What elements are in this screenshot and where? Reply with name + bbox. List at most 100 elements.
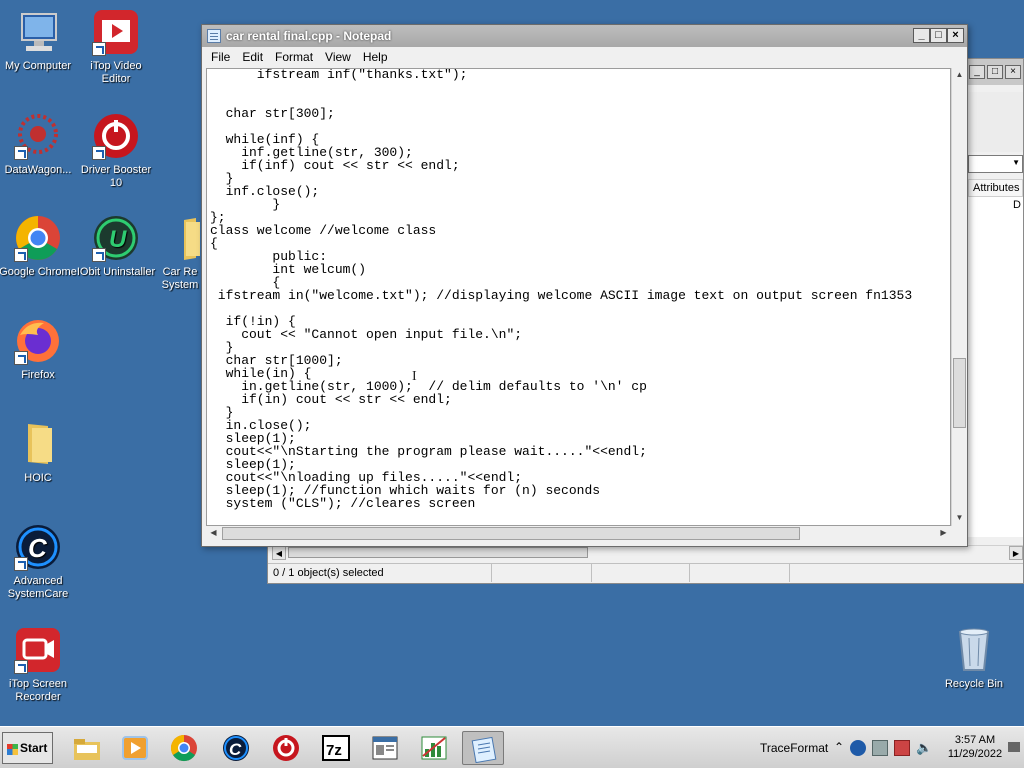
desktop-icon-firefox[interactable]: Firefox: [0, 317, 78, 382]
taskbar-driver-booster[interactable]: [265, 731, 307, 765]
taskbar-chrome[interactable]: [163, 731, 205, 765]
iobit-uninstaller-icon: U: [92, 214, 140, 262]
maximize-button[interactable]: □: [987, 65, 1003, 79]
shortcut-arrow-icon: [14, 660, 28, 674]
status-cell: [592, 564, 690, 582]
taskbar-advanced-systemcare[interactable]: C: [215, 731, 257, 765]
computer-icon: [14, 8, 62, 56]
menu-help[interactable]: Help: [357, 47, 394, 67]
taskbar-7zip[interactable]: 7z: [315, 731, 357, 765]
desktop-icon-recycle-bin[interactable]: Recycle Bin: [934, 626, 1014, 691]
desktop-icon-itop-screen-recorder[interactable]: iTop Screen Recorder: [0, 626, 78, 704]
explorer-titlebar[interactable]: _ □ ×: [963, 59, 1023, 85]
scroll-right-icon[interactable]: ▶: [936, 526, 951, 541]
svg-text:C: C: [28, 533, 48, 563]
icon-label: Driver Booster 10: [80, 164, 152, 189]
show-desktop-icon[interactable]: [1008, 742, 1020, 752]
icon-label: DataWagon...: [4, 164, 72, 176]
icon-label: My Computer: [4, 60, 72, 72]
vertical-scrollbar[interactable]: ▲ ▼: [951, 68, 967, 526]
taskbar-file-viewer[interactable]: [364, 731, 406, 765]
taskbar-notepad[interactable]: [462, 731, 504, 765]
file-list[interactable]: D: [968, 197, 1023, 537]
scroll-down-icon[interactable]: ▼: [952, 511, 967, 526]
chrome-icon: [170, 734, 197, 762]
icon-label: IObit Uninstaller: [76, 266, 156, 278]
icon-label: iTop Screen Recorder: [8, 678, 68, 703]
text-cursor-icon: I: [412, 369, 417, 384]
desktop-icon-hoic[interactable]: HOIC: [0, 420, 78, 485]
volume-icon[interactable]: 🔈: [916, 740, 932, 756]
notepad-window[interactable]: car rental final.cpp - Notepad _ □ × Fil…: [201, 24, 968, 547]
start-label: Start: [20, 741, 48, 755]
tray-label[interactable]: TraceFormat: [760, 741, 828, 755]
svg-text:U: U: [109, 226, 127, 253]
close-button[interactable]: ×: [947, 28, 964, 43]
desktop-icon-datawagon[interactable]: DataWagon...: [0, 112, 78, 177]
clock-time: 3:57 AM: [954, 734, 996, 746]
status-selection: 0 / 1 object(s) selected: [268, 564, 492, 582]
text-editor-area[interactable]: ifstream inf("thanks.txt"); char str[300…: [206, 68, 951, 526]
clock-date: 11/29/2022: [947, 748, 1003, 760]
scroll-right-icon[interactable]: ▶: [1009, 546, 1023, 560]
scroll-left-icon[interactable]: ◀: [206, 526, 221, 541]
scroll-thumb[interactable]: [222, 527, 800, 540]
datawagon-icon: [14, 112, 62, 160]
icon-label: Google Chrome: [0, 266, 77, 278]
windows-logo-icon: [7, 744, 18, 755]
desktop-icon-iobit-uninstaller[interactable]: U IObit Uninstaller: [76, 214, 156, 279]
start-button[interactable]: Start: [2, 732, 53, 764]
security-alert-icon[interactable]: [894, 740, 910, 756]
shortcut-arrow-icon: [92, 248, 106, 262]
systemcare-tray-icon[interactable]: [850, 740, 866, 756]
desktop-icon-google-chrome[interactable]: Google Chrome: [0, 214, 78, 279]
horizontal-scrollbar[interactable]: ◀ ▶: [206, 526, 951, 541]
close-button[interactable]: ×: [1005, 65, 1021, 79]
taskbar: Start C 7z TraceFormat ⌃ 🔈 3:57 AM 11/29…: [0, 726, 1024, 768]
desktop-icon-advanced-systemcare[interactable]: C Advanced SystemCare: [0, 523, 78, 601]
menu-file[interactable]: File: [205, 47, 236, 67]
list-item[interactable]: D: [1013, 199, 1021, 211]
chevron-up-icon[interactable]: ⌃: [834, 740, 850, 756]
horizontal-scrollbar[interactable]: ◀ ▶: [272, 545, 1023, 560]
shortcut-arrow-icon: [14, 146, 28, 160]
clock[interactable]: 3:57 AM 11/29/2022: [940, 733, 1010, 761]
desktop-icon-my-computer[interactable]: My Computer: [0, 8, 78, 73]
document-window-icon: [372, 736, 398, 760]
minimize-button[interactable]: _: [969, 65, 985, 79]
icon-label: Recycle Bin: [944, 678, 1004, 690]
menu-view[interactable]: View: [319, 47, 357, 67]
firefox-icon: [14, 317, 62, 365]
resize-grip[interactable]: [951, 526, 966, 541]
scroll-up-icon[interactable]: ▲: [952, 68, 967, 83]
video-editor-icon: [92, 8, 140, 56]
shortcut-arrow-icon: [14, 248, 28, 262]
shortcut-arrow-icon: [14, 557, 28, 571]
notepad-titlebar[interactable]: car rental final.cpp - Notepad _ □ ×: [202, 25, 967, 47]
explorer-toolbar: [966, 92, 1023, 152]
taskbar-explorer[interactable]: [66, 731, 108, 765]
folder-icon: [156, 214, 204, 262]
taskbar-media-player[interactable]: [114, 731, 156, 765]
shortcut-arrow-icon: [14, 351, 28, 365]
column-header-attributes[interactable]: Attributes: [968, 179, 1023, 197]
menu-format[interactable]: Format: [269, 47, 319, 67]
folder-icon: [74, 739, 100, 760]
taskbar-chart-app[interactable]: [413, 731, 455, 765]
code-text[interactable]: ifstream inf("thanks.txt"); char str[300…: [210, 69, 912, 510]
chrome-icon: [14, 214, 62, 262]
scroll-left-icon[interactable]: ◀: [272, 546, 286, 560]
network-icon[interactable]: [872, 740, 888, 756]
notepad-icon: [207, 29, 221, 43]
scroll-thumb[interactable]: [288, 547, 588, 558]
advanced-systemcare-icon: C: [223, 735, 249, 761]
scroll-thumb[interactable]: [953, 358, 966, 428]
maximize-button[interactable]: □: [930, 28, 947, 43]
minimize-button[interactable]: _: [913, 28, 930, 43]
icon-label: iTop Video Editor: [90, 60, 142, 85]
desktop-icon-driver-booster[interactable]: Driver Booster 10: [76, 112, 156, 190]
menu-edit[interactable]: Edit: [236, 47, 269, 67]
explorer-path-combo[interactable]: [968, 155, 1023, 173]
icon-label: Firefox: [21, 369, 55, 381]
desktop-icon-itop-video-editor[interactable]: iTop Video Editor: [76, 8, 156, 86]
